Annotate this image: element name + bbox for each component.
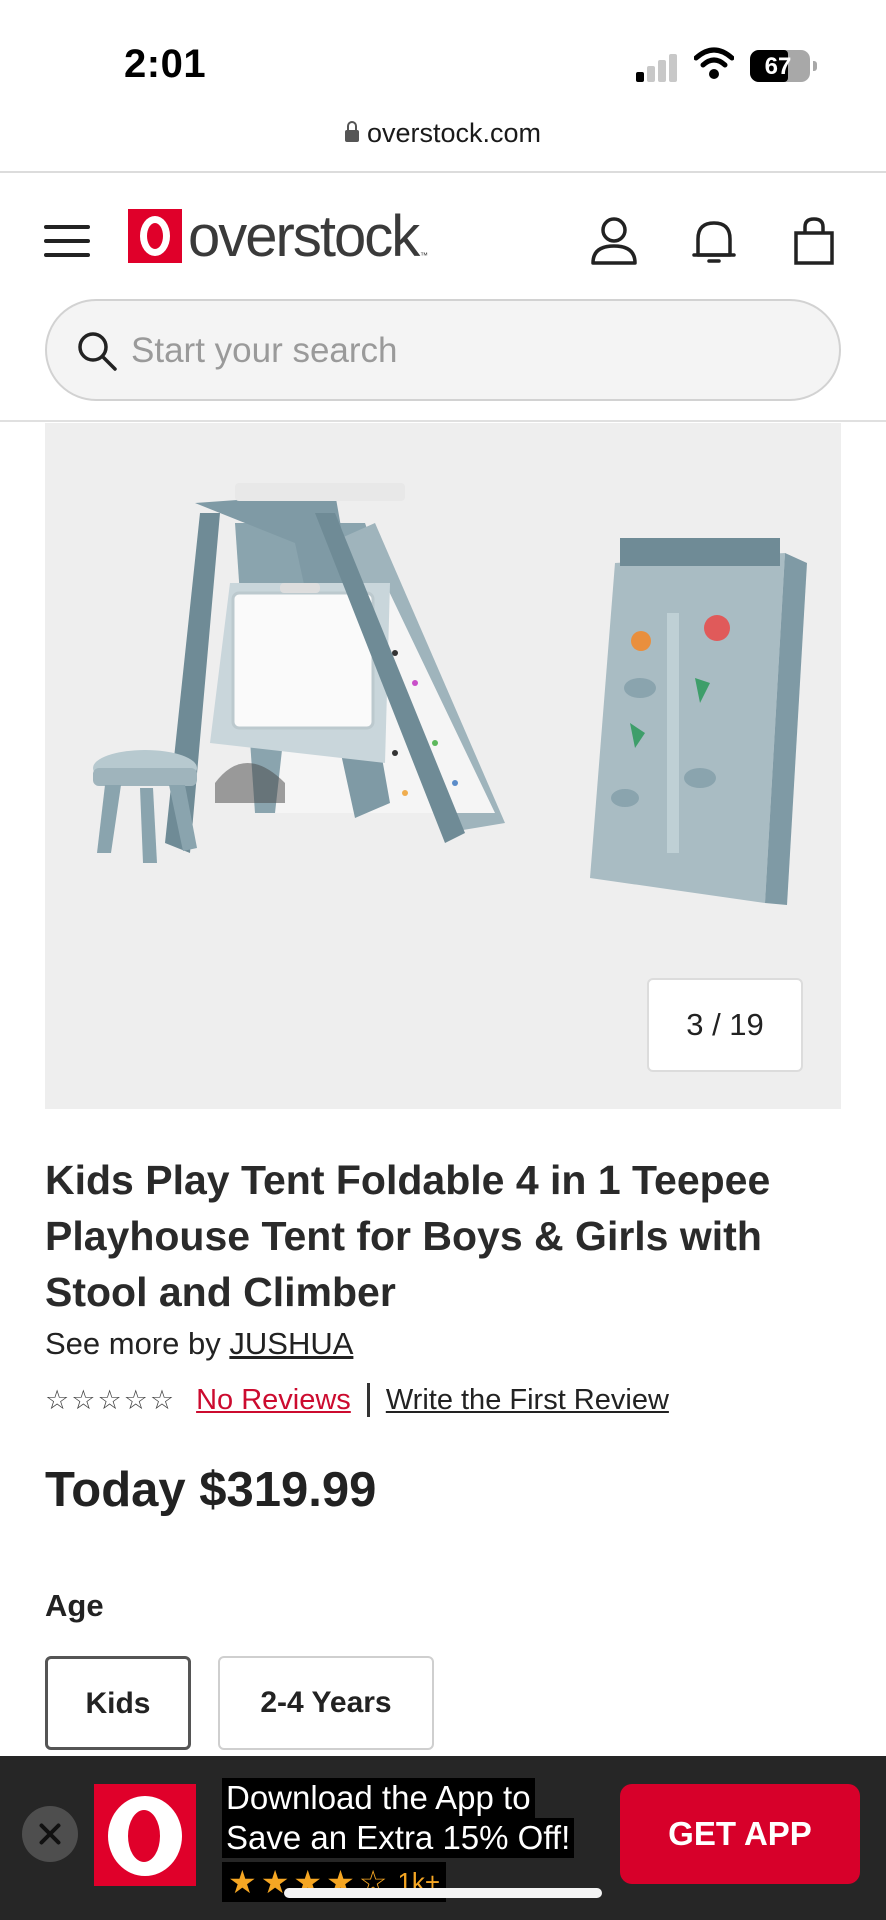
brand-link[interactable]: JUSHUA — [229, 1326, 353, 1361]
product-title: Kids Play Tent Foldable 4 in 1 Teepee Pl… — [45, 1157, 771, 1315]
cellular-signal-icon — [636, 52, 680, 82]
no-reviews-link[interactable]: No Reviews — [196, 1384, 351, 1417]
age-option-label: Age — [45, 1588, 104, 1623]
app-logo-icon — [94, 1784, 196, 1886]
star-rating: ☆ ☆ ☆ ☆ ☆ — [45, 1385, 174, 1416]
logo-trademark: ™ — [420, 251, 428, 260]
search-icon — [78, 332, 117, 371]
wifi-icon — [694, 47, 734, 79]
see-more-by: See more by JUSHUA — [45, 1326, 353, 1362]
home-indicator[interactable] — [284, 1888, 602, 1898]
product-image-gallery[interactable]: 3 / 19 — [45, 423, 841, 1109]
write-review-link[interactable]: Write the First Review — [386, 1384, 669, 1417]
divider — [0, 420, 886, 422]
address-bar[interactable]: overstock.com — [0, 118, 886, 172]
age-option-kids[interactable]: Kids — [45, 1656, 191, 1750]
age-option-2-4-years[interactable]: 2-4 Years — [218, 1656, 434, 1750]
star-filled-icon: ★ — [228, 1864, 257, 1900]
search-placeholder: Start your search — [131, 331, 398, 370]
reviews-row: ☆ ☆ ☆ ☆ ☆ No Reviews Write the First Rev… — [45, 1380, 669, 1420]
star-empty-icon: ☆ — [123, 1384, 148, 1415]
battery-icon: 67 — [750, 50, 817, 82]
see-more-prefix: See more by — [45, 1326, 230, 1361]
star-empty-icon: ☆ — [149, 1384, 175, 1415]
close-icon[interactable] — [22, 1806, 78, 1862]
search-input[interactable]: Start your search — [45, 299, 841, 401]
tent-illustration — [165, 483, 505, 853]
clock: 2:01 — [124, 42, 207, 86]
star-empty-icon: ☆ — [45, 1384, 70, 1415]
logo-mark-icon — [128, 209, 182, 263]
lock-icon — [344, 121, 359, 142]
shopping-bag-icon[interactable] — [788, 215, 840, 267]
status-bar: 2:01 67 — [0, 0, 886, 120]
site-header: overstock ™ Start your search — [0, 173, 886, 421]
hamburger-menu-icon[interactable] — [44, 221, 92, 261]
climber-illustration — [590, 538, 807, 905]
logo-text: overstock — [188, 204, 420, 269]
banner-headline-line1: Download the App to — [222, 1778, 535, 1818]
get-app-button[interactable]: GET APP — [620, 1784, 860, 1884]
separator — [366, 1383, 370, 1417]
star-empty-icon: ☆ — [97, 1384, 122, 1415]
banner-headline-line2: Save an Extra 15% Off! — [222, 1818, 575, 1858]
image-counter: 3 / 19 — [647, 978, 803, 1072]
price: Today $319.99 — [45, 1463, 377, 1517]
url-text: overstock.com — [366, 118, 542, 148]
notifications-bell-icon[interactable] — [688, 215, 740, 267]
account-icon[interactable] — [588, 215, 640, 267]
battery-level: 67 — [764, 53, 792, 80]
star-empty-icon: ☆ — [71, 1384, 96, 1415]
